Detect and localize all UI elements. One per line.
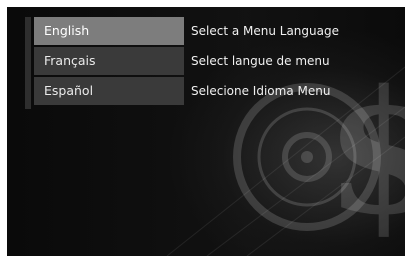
language-option-label: Français — [44, 53, 96, 68]
language-prompts: Select a Menu Language Select langue de … — [183, 17, 403, 107]
language-list: English Français Español — [34, 17, 184, 107]
language-option-english[interactable]: English — [34, 17, 184, 45]
language-option-label: English — [44, 23, 90, 38]
language-option-espanol[interactable]: Español — [34, 77, 184, 105]
dvd-menu-screen: $ English Français Español Select a Menu… — [7, 7, 405, 256]
prompt-spanish: Selecione Idioma Menu — [191, 84, 331, 98]
menu-side-bar — [25, 17, 31, 109]
language-option-label: Español — [44, 83, 94, 98]
prompt-french: Select langue de menu — [191, 54, 330, 68]
prompt-english: Select a Menu Language — [191, 24, 339, 38]
language-option-francais[interactable]: Français — [34, 47, 184, 75]
